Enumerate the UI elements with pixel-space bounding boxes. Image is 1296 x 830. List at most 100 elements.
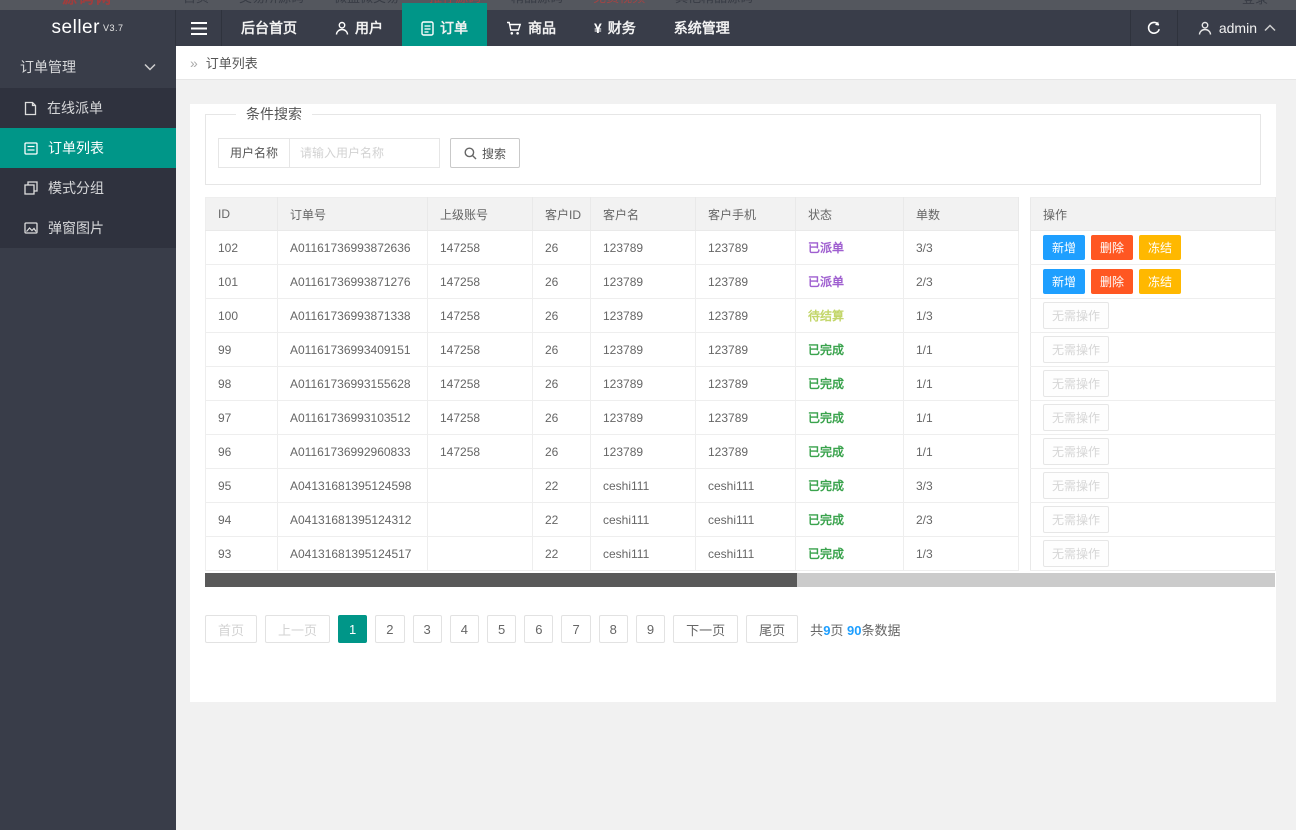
col-header-customer-id: 客户ID — [532, 197, 591, 231]
cell-customer-id: 26 — [532, 434, 591, 469]
summary-text: 共 — [810, 622, 824, 638]
page-button-9[interactable]: 9 — [635, 615, 666, 643]
horizontal-scrollbar[interactable] — [205, 573, 1275, 587]
scrollbar-thumb[interactable] — [205, 573, 797, 587]
breadcrumb: » 订单列表 — [176, 46, 1296, 80]
username-search-input[interactable] — [290, 138, 441, 168]
nav-item-products[interactable]: 商品 — [487, 10, 575, 46]
next-page-button[interactable]: 下一页 — [673, 615, 739, 643]
freeze-button[interactable]: 冻结 — [1139, 269, 1182, 294]
cell-customer-phone: 123789 — [695, 264, 796, 299]
cell-actions: 无需操作 — [1030, 434, 1276, 469]
document-icon — [421, 20, 434, 36]
cell-actions: 无需操作 — [1030, 502, 1276, 537]
sidebar-toggle-button[interactable] — [176, 10, 222, 46]
chevron-down-icon — [144, 63, 156, 71]
cell-customer-phone: 123789 — [695, 332, 796, 367]
cell-customer-name: 123789 — [590, 400, 696, 435]
status-badge: 已完成 — [808, 513, 845, 527]
cell-parent-account — [427, 502, 533, 537]
cell-order-no: A01161736993871276 — [277, 264, 428, 299]
page-button-7[interactable]: 7 — [561, 615, 591, 643]
nav-item-orders[interactable]: 订单 — [402, 10, 487, 46]
status-badge: 已派单 — [808, 275, 845, 289]
cell-customer-phone: 123789 — [695, 434, 796, 469]
page-button-5[interactable]: 5 — [486, 615, 517, 643]
cell-count: 3/3 — [903, 468, 1019, 503]
refresh-button[interactable] — [1129, 10, 1178, 46]
column-gap — [1018, 536, 1031, 571]
status-badge: 已完成 — [808, 445, 845, 459]
clipped-nav-item: 推荐源码 — [429, 0, 481, 6]
sidebar-item-mode-groups[interactable]: 模式分组 — [0, 168, 176, 208]
cell-customer-phone: ceshi111 — [695, 536, 796, 571]
no-action-button: 无需操作 — [1043, 472, 1110, 499]
cell-actions: 无需操作 — [1030, 468, 1276, 503]
nav-label: 系统管理 — [673, 20, 730, 36]
sidebar-item-order-list[interactable]: 订单列表 — [0, 128, 176, 168]
nav-items: 后台首页 用户 订单 商品 ¥ 财务 系统管理 — [222, 10, 749, 46]
add-button[interactable]: 新增 — [1043, 269, 1086, 294]
user-menu[interactable]: admin — [1178, 10, 1296, 46]
page-button-8[interactable]: 8 — [598, 615, 628, 643]
sidebar-item-label: 订单列表 — [48, 140, 104, 156]
last-page-button[interactable]: 尾页 — [746, 615, 799, 643]
no-action-button: 无需操作 — [1043, 370, 1110, 397]
nav-item-users[interactable]: 用户 — [316, 10, 402, 46]
status-badge: 已派单 — [808, 241, 845, 255]
cell-order-no: A01161736993103512 — [277, 400, 428, 435]
cell-customer-name: ceshi111 — [590, 468, 696, 503]
top-navbar: seller V3.7 后台首页 用户 订单 商品 ¥ 财务 系统管理 admi… — [0, 10, 1296, 46]
page-button-1[interactable]: 1 — [338, 615, 368, 643]
page-title: 订单列表 — [205, 56, 258, 71]
summary-text: 条数据 — [861, 622, 901, 638]
cell-customer-name: 123789 — [590, 332, 696, 367]
cell-order-no: A04131681395124312 — [277, 502, 428, 537]
sidebar-item-online-dispatch[interactable]: 在线派单 — [0, 88, 176, 128]
page-button-6[interactable]: 6 — [524, 615, 554, 643]
search-panel: 条件搜索 用户名称 搜索 — [205, 104, 1261, 185]
page-button-3[interactable]: 3 — [412, 615, 442, 643]
delete-button[interactable]: 删除 — [1091, 235, 1134, 260]
cell-count: 3/3 — [903, 230, 1019, 265]
nav-label: 订单 — [440, 20, 468, 36]
clipped-page-strip: 源码网 首页 交易所源码 微盘微交易 推荐源码 精品源码 免费视频 其他精品源码 ⌕ 登录 — [0, 0, 1296, 10]
nav-label: 财务 — [607, 20, 636, 36]
top-strip-right: ⌕ 登录 — [1195, 0, 1268, 7]
sidebar-item-popup-images[interactable]: 弹窗图片 — [0, 208, 176, 248]
cell-parent-account: 147258 — [427, 264, 533, 299]
column-gap — [1018, 434, 1031, 469]
nav-item-finance[interactable]: ¥ 财务 — [575, 10, 655, 46]
pagination-summary: 共9页 90条数据 — [810, 620, 900, 639]
hamburger-icon — [190, 21, 207, 35]
freeze-button[interactable]: 冻结 — [1139, 235, 1182, 260]
cell-customer-name: 123789 — [590, 434, 696, 469]
screen: 源码网 首页交易所源码微盘微交易推荐源码精品源码免费视频其他精品源码 ⌕ 登录 … — [0, 0, 1296, 830]
column-gap — [1018, 230, 1031, 265]
first-page-button[interactable]: 首页 — [205, 615, 258, 643]
table-row: 95 A04131681395124598 22 ceshi111 ceshi111 已完… — [205, 468, 1276, 503]
delete-button[interactable]: 删除 — [1091, 269, 1134, 294]
prev-page-button[interactable]: 上一页 — [265, 615, 331, 643]
no-action-button: 无需操作 — [1043, 404, 1110, 431]
cell-actions: 新增 删除 冻结 — [1030, 264, 1276, 299]
page-button-2[interactable]: 2 — [375, 615, 405, 643]
add-button[interactable]: 新增 — [1043, 235, 1086, 260]
search-icon — [464, 147, 477, 160]
cell-id: 93 — [205, 536, 278, 571]
refresh-icon — [1146, 20, 1162, 36]
clipped-login-link: 登录 — [1242, 0, 1268, 7]
search-panel-legend: 条件搜索 — [246, 106, 302, 122]
page-button-4[interactable]: 4 — [449, 615, 479, 643]
search-button[interactable]: 搜索 — [450, 138, 521, 168]
sidebar-group-order-management[interactable]: 订单管理 — [0, 46, 176, 88]
nav-item-system[interactable]: 系统管理 — [655, 10, 749, 46]
cell-count: 2/3 — [903, 502, 1019, 537]
cell-customer-id: 26 — [532, 332, 591, 367]
column-gap — [1018, 332, 1031, 367]
nav-item-dashboard[interactable]: 后台首页 — [222, 10, 316, 46]
cell-status: 已完成 — [795, 468, 904, 503]
col-header-parent-account: 上级账号 — [427, 197, 533, 231]
cell-status: 已完成 — [795, 400, 904, 435]
col-header-actions: 操作 — [1030, 197, 1276, 231]
